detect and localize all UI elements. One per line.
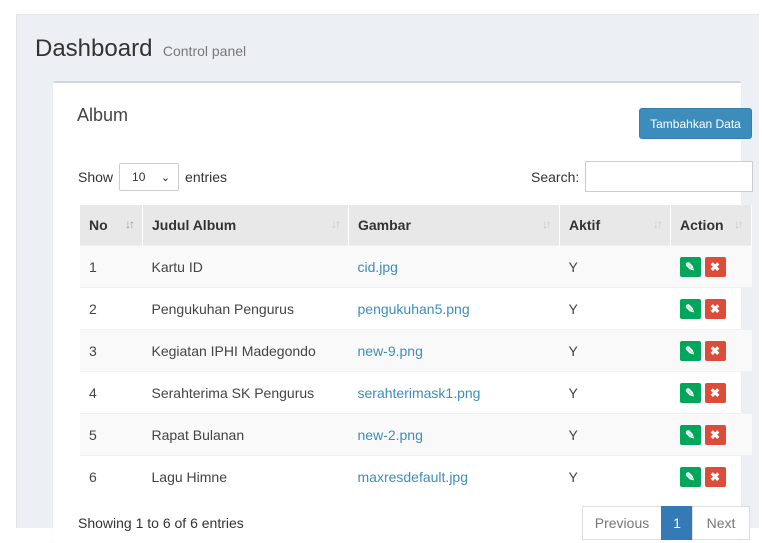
cell-no: 4	[80, 371, 143, 414]
cell-action: ✎ ✖	[670, 371, 752, 414]
cell-judul: Pengukuhan Pengurus	[142, 287, 349, 330]
delete-icon[interactable]: ✖	[704, 382, 726, 403]
page-title: Dashboard	[35, 35, 153, 62]
column-header-action[interactable]: Action ↓↑	[670, 205, 752, 246]
cell-no: 1	[80, 245, 143, 288]
cell-judul: Lagu Himne	[142, 455, 349, 497]
delete-icon[interactable]: ✖	[704, 466, 726, 487]
cell-aktif: Y	[559, 287, 671, 330]
image-link[interactable]: new-2.png	[358, 427, 423, 443]
add-data-button[interactable]: Tambahkan Data	[639, 108, 752, 139]
sort-icon: ↓↑	[331, 217, 341, 231]
content-wrapper: Dashboard Control panel Album Tambahkan …	[16, 14, 759, 543]
cell-no: 3	[80, 329, 143, 372]
sort-icon: ↓↑	[542, 217, 552, 231]
delete-icon[interactable]: ✖	[704, 256, 726, 277]
search-control: Search:	[531, 161, 754, 192]
image-link[interactable]: pengukuhan5.png	[358, 301, 470, 317]
album-box: Album Tambahkan Data Show 10 ⌄ entries S…	[53, 81, 754, 543]
page-length-value: 10	[132, 170, 146, 184]
edit-icon[interactable]: ✎	[679, 298, 701, 319]
cell-judul: Kegiatan IPHI Madegondo	[142, 329, 349, 372]
cell-gambar: cid.jpg	[348, 245, 560, 288]
column-header-aktif[interactable]: Aktif ↓↑	[559, 205, 671, 246]
cell-action: ✎ ✖	[670, 287, 752, 330]
cell-judul: Kartu ID	[142, 245, 349, 288]
cell-gambar: new-9.png	[348, 329, 560, 372]
cell-gambar: pengukuhan5.png	[348, 287, 560, 330]
table-row: 6 Lagu Himne maxresdefault.jpg Y ✎ ✖	[80, 455, 752, 497]
table-header-row: No ↓↑ Judul Album ↓↑ Gambar ↓↑ Aktif ↓↑	[80, 205, 752, 246]
delete-icon[interactable]: ✖	[704, 340, 726, 361]
cell-no: 2	[80, 287, 143, 330]
cell-action: ✎ ✖	[670, 245, 752, 288]
column-header-gambar[interactable]: Gambar ↓↑	[348, 205, 560, 246]
next-button[interactable]: Next	[692, 506, 750, 540]
album-table: No ↓↑ Judul Album ↓↑ Gambar ↓↑ Aktif ↓↑	[80, 205, 752, 497]
cell-gambar: serahterimask1.png	[348, 371, 560, 414]
box-title: Album	[77, 105, 129, 125]
search-input[interactable]	[585, 161, 754, 192]
table-row: 4 Serahterima SK Pengurus serahterimask1…	[80, 371, 752, 414]
cell-judul: Serahterima SK Pengurus	[142, 371, 349, 414]
edit-icon[interactable]: ✎	[679, 340, 701, 361]
show-label: Show	[78, 169, 114, 185]
edit-icon[interactable]: ✎	[679, 382, 701, 403]
table-row: 1 Kartu ID cid.jpg Y ✎ ✖	[80, 245, 752, 288]
cell-aktif: Y	[559, 329, 671, 372]
entries-label: entries	[185, 169, 228, 185]
page-length-select[interactable]: 10 ⌄	[119, 163, 180, 191]
cell-action: ✎ ✖	[670, 455, 752, 497]
cell-aktif: Y	[559, 245, 671, 288]
sort-icon: ↓↑	[734, 217, 744, 231]
cell-gambar: new-2.png	[348, 413, 560, 456]
cell-judul: Rapat Bulanan	[142, 413, 349, 456]
table-row: 3 Kegiatan IPHI Madegondo new-9.png Y ✎ …	[80, 329, 752, 372]
table-row: 5 Rapat Bulanan new-2.png Y ✎ ✖	[80, 413, 752, 456]
image-link[interactable]: serahterimask1.png	[358, 385, 481, 401]
cell-no: 5	[80, 413, 143, 456]
cell-aktif: Y	[559, 371, 671, 414]
content-header: Dashboard Control panel	[35, 35, 246, 63]
page-1-button[interactable]: 1	[661, 506, 693, 540]
page-subtitle: Control panel	[162, 43, 247, 59]
table-info: Showing 1 to 6 of 6 entries	[78, 515, 244, 531]
cell-gambar: maxresdefault.jpg	[348, 455, 560, 497]
delete-icon[interactable]: ✖	[704, 424, 726, 445]
edit-icon[interactable]: ✎	[679, 256, 701, 277]
chevron-down-icon: ⌄	[160, 171, 171, 184]
table-row: 2 Pengukuhan Pengurus pengukuhan5.png Y …	[80, 287, 752, 330]
image-link[interactable]: cid.jpg	[358, 259, 398, 275]
cell-no: 6	[80, 455, 143, 497]
edit-icon[interactable]: ✎	[679, 466, 701, 487]
cell-aktif: Y	[559, 413, 671, 456]
image-link[interactable]: new-9.png	[358, 343, 423, 359]
sort-asc-icon: ↓↑	[125, 217, 135, 231]
sort-icon: ↓↑	[653, 217, 663, 231]
column-header-judul[interactable]: Judul Album ↓↑	[142, 205, 349, 246]
image-link[interactable]: maxresdefault.jpg	[358, 469, 469, 485]
edit-icon[interactable]: ✎	[679, 424, 701, 445]
delete-icon[interactable]: ✖	[704, 298, 726, 319]
pagination: Previous 1 Next	[582, 506, 750, 540]
cell-aktif: Y	[559, 455, 671, 497]
search-label: Search:	[531, 168, 580, 185]
cell-action: ✎ ✖	[670, 329, 752, 372]
page-length-control: Show 10 ⌄ entries	[78, 163, 227, 191]
column-header-no[interactable]: No ↓↑	[80, 205, 143, 246]
cell-action: ✎ ✖	[670, 413, 752, 456]
previous-button[interactable]: Previous	[582, 506, 662, 540]
